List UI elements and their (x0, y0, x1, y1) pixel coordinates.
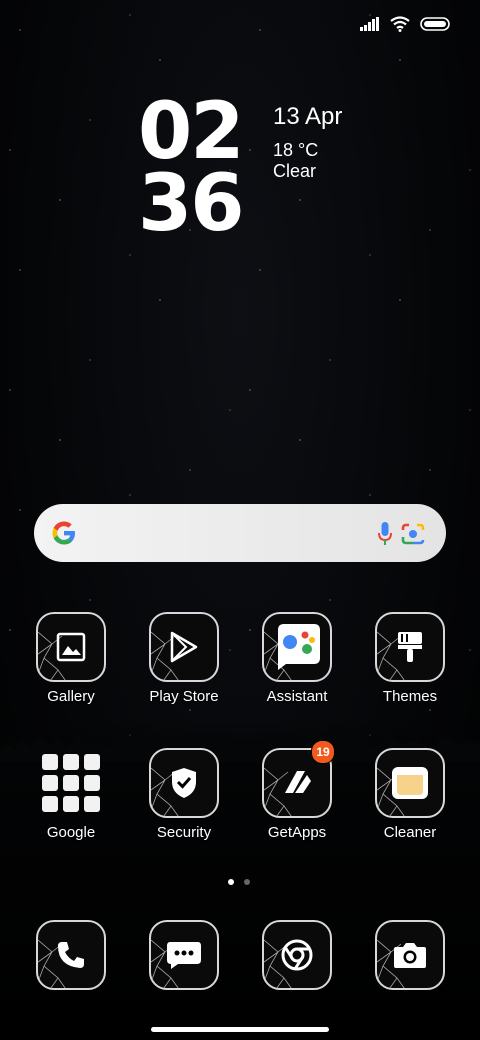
app-security[interactable]: Security (134, 748, 234, 841)
cleaner-tile (375, 748, 445, 818)
app-label: Gallery (47, 688, 95, 705)
messages-icon (167, 942, 201, 969)
dock-chrome[interactable] (247, 920, 347, 990)
app-cleaner[interactable]: Cleaner (360, 748, 460, 841)
clock-minutes: 36 (138, 159, 245, 249)
page-dot-active[interactable] (228, 879, 234, 885)
google-logo-icon (52, 521, 75, 545)
maps-mini-icon (84, 754, 100, 770)
assistant-tile (262, 612, 332, 682)
gallery-tile (36, 612, 106, 682)
photos-mini-icon (84, 775, 100, 791)
folder-icon (36, 748, 106, 818)
mini-app-icon (63, 775, 79, 791)
signal-icon (360, 17, 379, 31)
messages-tile (149, 920, 219, 990)
wifi-icon (390, 16, 410, 32)
mini-app-icon (84, 796, 100, 812)
play-store-tile (149, 612, 219, 682)
app-play-store[interactable]: Play Store (134, 612, 234, 705)
app-themes[interactable]: Themes (360, 612, 460, 705)
security-tile (149, 748, 219, 818)
gmail-mini-icon (42, 754, 58, 770)
weather-widget[interactable]: 13 Apr 18 °C Clear (273, 102, 342, 182)
app-assistant[interactable]: Assistant (247, 612, 347, 705)
assistant-icon (278, 624, 320, 670)
chrome-icon (281, 939, 313, 971)
trash-icon (392, 767, 428, 799)
dock-camera[interactable] (360, 920, 460, 990)
folder-google[interactable]: Google (21, 748, 121, 841)
clock-hours: 02 (138, 87, 245, 177)
shield-icon (172, 768, 196, 798)
google-lens-icon[interactable] (400, 522, 426, 546)
notification-badge: 19 (311, 740, 335, 764)
app-label: Play Store (149, 688, 219, 705)
paintbrush-icon (398, 632, 422, 662)
themes-tile (375, 612, 445, 682)
camera-tile (375, 920, 445, 990)
app-label: GetApps (267, 824, 327, 841)
app-gallery[interactable]: Gallery (21, 612, 121, 705)
camera-icon (394, 943, 426, 968)
mini-app-icon (42, 796, 58, 812)
phone-tile (36, 920, 106, 990)
page-indicator[interactable] (228, 879, 250, 885)
temperature-label: 18 °C (273, 140, 319, 160)
app-label: Assistant (266, 688, 328, 705)
app-label: Security (156, 824, 212, 841)
app-label: Themes (382, 688, 438, 705)
battery-icon (420, 17, 450, 31)
microphone-icon[interactable] (378, 522, 392, 546)
weather-condition: Clear (273, 161, 317, 181)
clock-widget[interactable]: 02 36 (138, 87, 268, 249)
gesture-navigation-bar[interactable] (151, 1027, 329, 1032)
chrome-tile (262, 920, 332, 990)
image-icon (56, 632, 86, 662)
date-label: 13 Apr (273, 103, 343, 130)
youtube-mini-icon (42, 775, 58, 791)
app-label: Google (46, 824, 96, 841)
app-getapps[interactable]: 19 GetApps (247, 740, 347, 841)
dock-phone[interactable] (21, 920, 121, 990)
mini-app-icon (63, 754, 79, 770)
google-search-bar[interactable] (34, 504, 446, 562)
meet-mini-icon (63, 796, 79, 812)
dock-messages[interactable] (134, 920, 234, 990)
app-label: Cleaner (383, 824, 437, 841)
getapps-icon (285, 771, 311, 793)
phone-icon (58, 942, 84, 968)
status-bar (360, 16, 450, 32)
play-store-icon (170, 631, 198, 663)
page-dot[interactable] (244, 879, 250, 885)
